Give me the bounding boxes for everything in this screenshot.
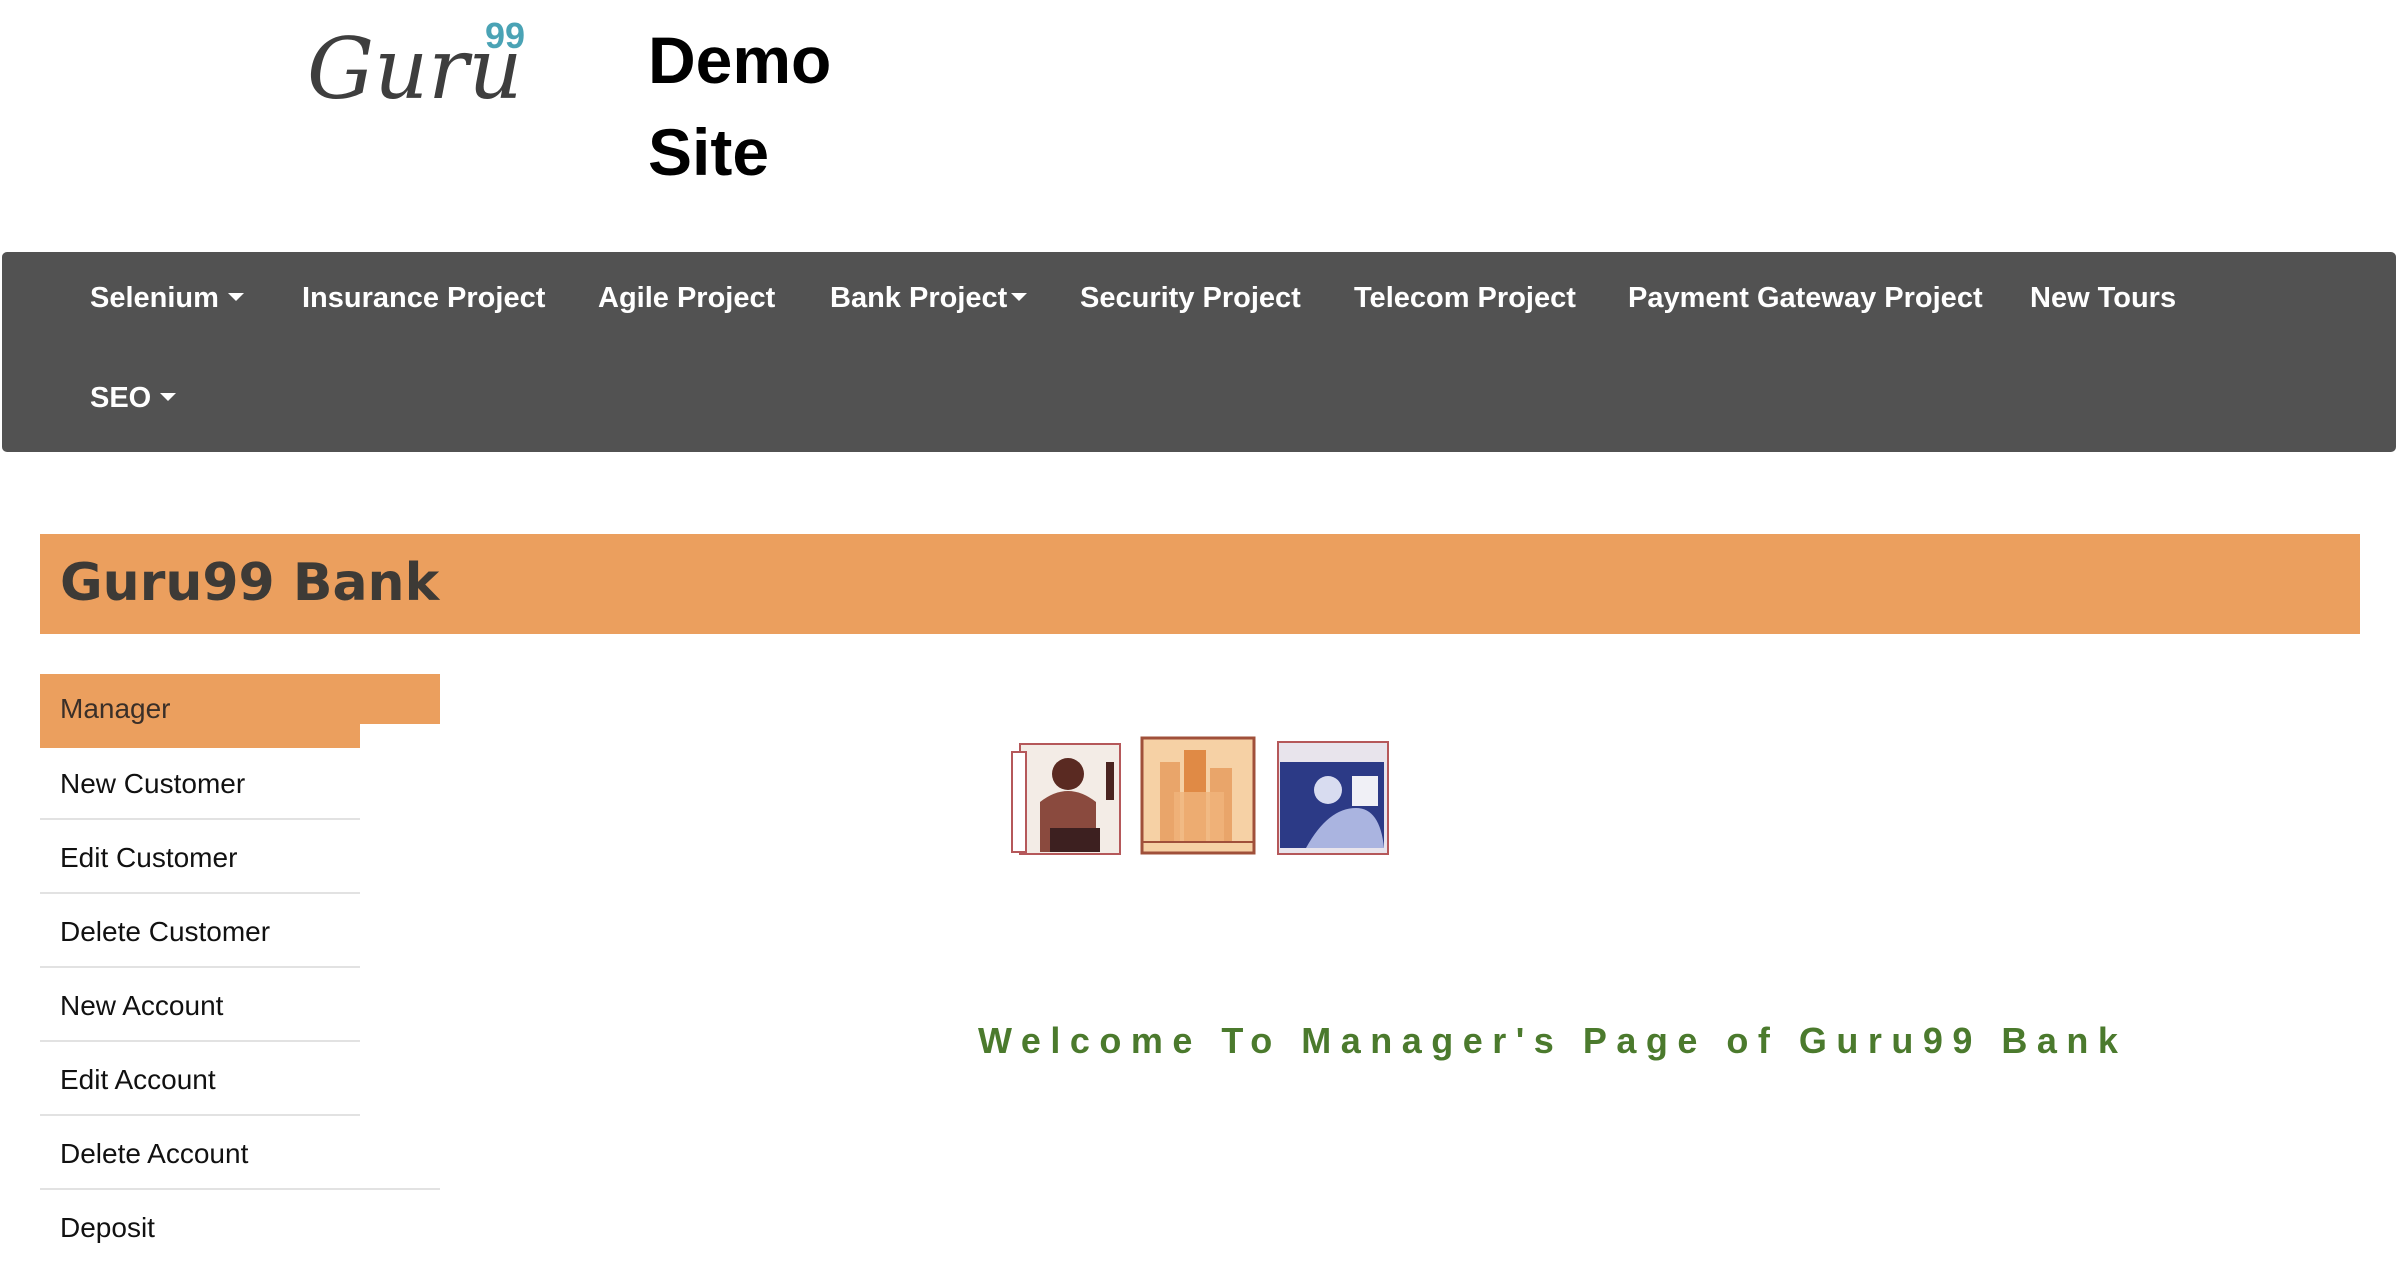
guru99-logo[interactable]: Guru 99: [305, 8, 545, 118]
welcome-message: Welcome To Manager's Page of Guru99 Bank: [978, 1020, 2128, 1061]
nav-seo[interactable]: SEO: [90, 382, 177, 415]
nav-telecom-project-label: Telecom Project: [1354, 282, 1576, 314]
bank-title: Guru99 Bank: [60, 553, 440, 613]
menu-item-label: Edit Account: [60, 1064, 216, 1095]
menu-item-label: New Account: [60, 990, 224, 1021]
menu-manager-label: Manager: [60, 693, 171, 724]
menu-manager-tail: [40, 724, 360, 748]
nav-security-project[interactable]: Security Project: [1080, 282, 1301, 315]
nav-telecom-project[interactable]: Telecom Project: [1354, 282, 1576, 315]
menu-item-new-account[interactable]: New Account: [40, 970, 360, 1042]
caret-down-icon: [1011, 293, 1028, 302]
caret-down-icon: [227, 293, 244, 302]
nav-insurance-project-label: Insurance Project: [302, 282, 546, 314]
bank-header-bar: Guru99 Bank: [40, 534, 2360, 634]
banner-panel-coins: [1140, 736, 1256, 855]
nav-seo-label: SEO: [90, 382, 152, 414]
menu-item-label: Delete Account: [60, 1138, 249, 1169]
bank-banner-image: [1010, 732, 1400, 857]
site-title: Demo Site: [648, 14, 908, 198]
menu-manager-header[interactable]: Manager: [40, 674, 440, 724]
nav-agile-project[interactable]: Agile Project: [598, 282, 775, 315]
nav-insurance-project[interactable]: Insurance Project: [302, 282, 545, 315]
site-title-line1: Demo: [648, 23, 832, 97]
nav-agile-project-label: Agile Project: [598, 282, 776, 314]
menu-item-label: Deposit: [60, 1212, 155, 1243]
menu-item-label: New Customer: [60, 768, 246, 799]
nav-payment-gateway-project-label: Payment Gateway Project: [1628, 282, 1983, 314]
nav-security-project-label: Security Project: [1080, 282, 1301, 314]
caret-down-icon: [160, 393, 177, 402]
top-navbar: Selenium Insurance Project Agile Project…: [2, 252, 2396, 452]
nav-bank-project-label: Bank Project: [830, 282, 1008, 314]
site-title-line2: Site: [648, 115, 770, 189]
menu-item-new-customer[interactable]: New Customer: [40, 748, 360, 820]
menu-item-deposit[interactable]: Deposit: [40, 1192, 440, 1264]
nav-payment-gateway-project[interactable]: Payment Gateway Project: [1628, 282, 1983, 315]
menu-item-label: Edit Customer: [60, 842, 238, 873]
nav-bank-project[interactable]: Bank Project: [830, 282, 1028, 315]
menu-item-edit-customer[interactable]: Edit Customer: [40, 822, 360, 894]
menu-item-delete-customer[interactable]: Delete Customer: [40, 896, 360, 968]
nav-selenium[interactable]: Selenium: [90, 282, 244, 315]
nav-new-tours-label: New Tours: [2030, 282, 2177, 314]
menu-item-edit-account[interactable]: Edit Account: [40, 1044, 360, 1116]
logo-superscript: 99: [485, 15, 525, 56]
bank-banner-icon: [1011, 736, 1389, 855]
guru99-logo-icon: Guru 99: [307, 15, 525, 118]
nav-new-tours[interactable]: New Tours: [2030, 282, 2176, 315]
menu-item-label: Delete Customer: [60, 916, 271, 947]
nav-selenium-label: Selenium: [90, 282, 219, 314]
banner-panel-phone: [1011, 743, 1121, 855]
menu-item-delete-account[interactable]: Delete Account: [40, 1118, 440, 1190]
banner-panel-blue: [1277, 741, 1389, 855]
